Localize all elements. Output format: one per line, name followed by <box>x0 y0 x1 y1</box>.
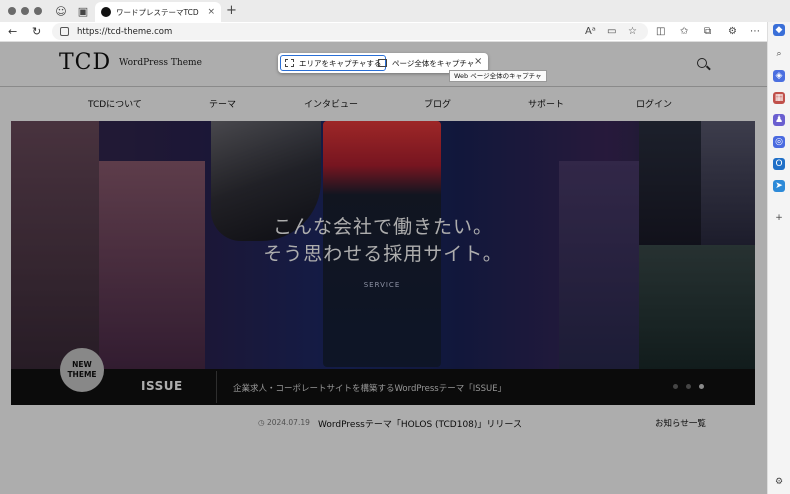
site-logo-subtitle: WordPress Theme <box>119 58 202 68</box>
edge-sidebar: ◆ ⌕ ◈ ▦ ♟ ◎ O ➤ + ⚙ <box>767 22 790 494</box>
extensions-icon[interactable]: ⚙ <box>728 26 737 37</box>
refresh-icon[interactable]: ↻ <box>32 25 41 38</box>
title-bar: ☺ ▣ ワードプレステーマTCD × + <box>0 0 790 22</box>
tab-close-icon[interactable]: × <box>207 7 215 17</box>
theme-name[interactable]: ISSUE <box>141 379 183 393</box>
url-text: https://tcd-theme.com <box>77 26 173 37</box>
capture-area-icon <box>285 59 294 67</box>
nav-item-login[interactable]: ログイン <box>636 97 672 110</box>
caption-divider <box>216 371 217 403</box>
favorites-icon[interactable]: ✩ <box>680 26 688 37</box>
more-menu-icon[interactable]: ⋯ <box>750 26 760 37</box>
capture-tooltip: Web ページ全体のキャプチャ <box>449 70 547 82</box>
page-viewport: TCD WordPress Theme TCDについて テーマ インタビュー ブ… <box>0 42 767 494</box>
search-icon[interactable] <box>697 58 707 68</box>
shopping-tag-icon[interactable]: ◈ <box>773 70 785 82</box>
nav-item-about[interactable]: TCDについて <box>88 97 142 110</box>
telegram-icon[interactable]: ➤ <box>773 180 785 192</box>
new-tab-button[interactable]: + <box>226 3 237 18</box>
outlook-icon[interactable]: O <box>773 158 785 170</box>
nav-item-support[interactable]: サポート <box>528 97 564 110</box>
nav-item-interview[interactable]: インタビュー <box>304 97 358 110</box>
capture-full-page-button[interactable]: ページ全体をキャプチャ <box>374 55 478 71</box>
tcd-favicon-icon <box>101 7 111 17</box>
games-icon[interactable]: ♟ <box>773 114 785 126</box>
site-logo[interactable]: TCD <box>59 50 111 75</box>
hero-headline: こんな会社で働きたい。 そう思わせる採用サイト。 <box>11 214 755 268</box>
site-nav: TCDについて テーマ インタビュー ブログ サポート ログイン <box>0 88 767 116</box>
nav-item-themes[interactable]: テーマ <box>209 97 236 110</box>
slider-dot-active[interactable] <box>699 384 704 389</box>
add-sidebar-app-icon[interactable]: + <box>773 212 785 224</box>
profile-icon[interactable]: ☺ <box>54 4 68 18</box>
split-screen-icon[interactable]: ◫ <box>656 26 665 37</box>
address-row: ← ↻ https://tcd-theme.com Aᵃ ▭ ☆ ◫ ✩ ⧉ ⚙… <box>0 22 790 42</box>
capture-area-button[interactable]: エリアをキャプチャする <box>280 55 387 71</box>
microsoft-365-icon[interactable]: ◎ <box>773 136 785 148</box>
tools-icon[interactable]: ▦ <box>773 92 785 104</box>
news-title-link[interactable]: WordPressテーマ「HOLOS (TCD108)」リリース <box>318 417 522 430</box>
maximize-window-button[interactable] <box>34 7 42 15</box>
search-sidebar-icon[interactable]: ⌕ <box>773 48 785 60</box>
capture-area-label: エリアをキャプチャする <box>299 58 382 68</box>
badge-line-1: NEW <box>72 360 92 369</box>
hero-headline-line-2: そう思わせる採用サイト。 <box>263 243 503 265</box>
read-aloud-icon[interactable]: Aᵃ <box>585 26 596 37</box>
slider-dot[interactable] <box>686 384 691 389</box>
browser-tab[interactable]: ワードプレステーマTCD × <box>95 2 221 22</box>
news-list-link[interactable]: お知らせ一覧 <box>655 417 706 429</box>
nav-item-blog[interactable]: ブログ <box>424 97 451 110</box>
app-available-icon[interactable]: ▭ <box>607 26 616 37</box>
hero-headline-line-1: こんな会社で働きたい。 <box>272 216 493 238</box>
news-ticker: ◷ 2024.07.19 WordPressテーマ「HOLOS (TCD108)… <box>0 414 767 434</box>
mockup-service-label: SERVICE <box>363 281 401 289</box>
news-date: ◷ 2024.07.19 <box>258 418 310 427</box>
new-theme-badge: NEW THEME <box>60 348 104 392</box>
tab-title: ワードプレステーマTCD <box>116 7 199 17</box>
favorite-star-icon[interactable]: ☆ <box>628 26 637 37</box>
badge-line-2: THEME <box>67 370 97 379</box>
hero-slider[interactable]: SERVICE こんな会社で働きたい。 そう思わせる採用サイト。 NEW THE… <box>11 121 755 405</box>
minimize-window-button[interactable] <box>21 7 29 15</box>
back-arrow-icon[interactable]: ← <box>8 25 17 38</box>
capture-full-page-label: ページ全体をキャプチャ <box>392 58 475 68</box>
slider-dot[interactable] <box>673 384 678 389</box>
address-bar[interactable]: https://tcd-theme.com <box>52 23 648 40</box>
capture-full-page-icon <box>378 59 387 67</box>
theme-description[interactable]: 企業求人・コーポレートサイトを構築するWordPressテーマ「ISSUE」 <box>233 382 506 394</box>
sidebar-settings-icon[interactable]: ⚙ <box>773 476 785 488</box>
capture-close-icon[interactable]: × <box>474 56 482 67</box>
copilot-icon[interactable]: ◆ <box>773 24 785 36</box>
news-date-text: 2024.07.19 <box>266 418 310 427</box>
close-window-button[interactable] <box>8 7 16 15</box>
collections-icon[interactable]: ⧉ <box>704 26 711 37</box>
tab-actions-icon[interactable]: ▣ <box>76 4 90 18</box>
site-info-icon[interactable] <box>60 27 69 36</box>
